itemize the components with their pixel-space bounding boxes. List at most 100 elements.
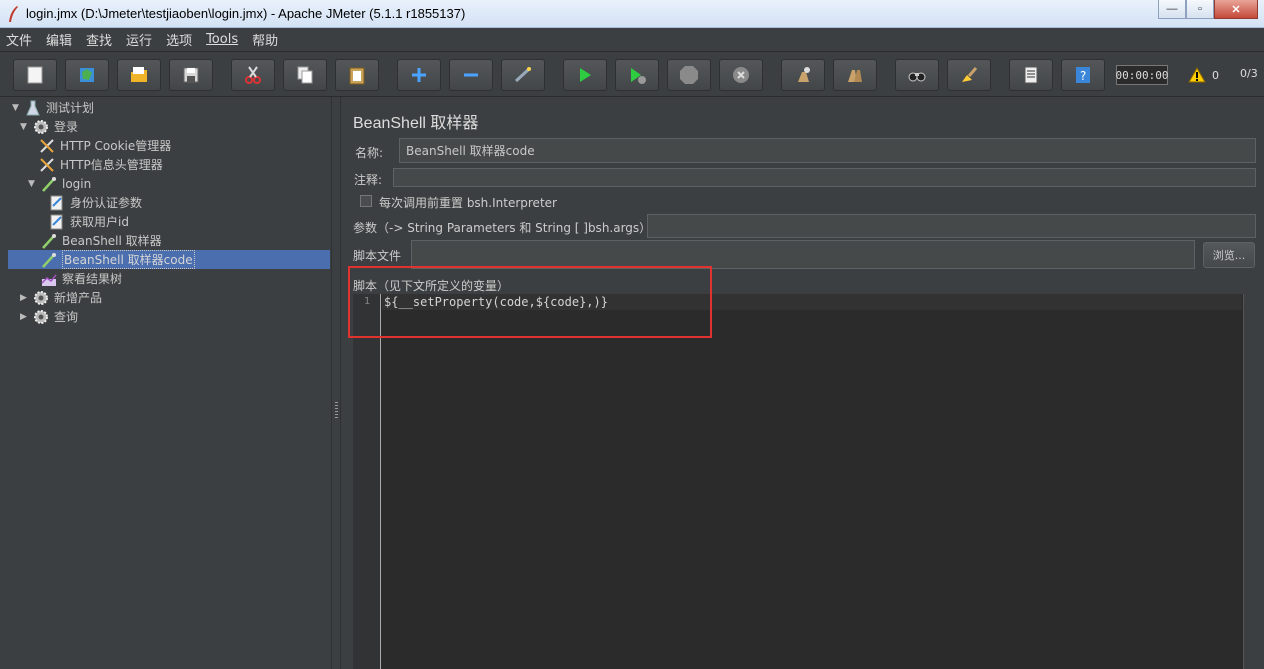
menu-run[interactable]: 运行 [126,30,152,49]
brush-icon [962,67,978,82]
menu-bar: 文件 编辑 查找 运行 选项 Tools 帮助 [0,28,1264,52]
extractor-doc-icon [48,213,66,231]
paste-button[interactable] [335,59,379,91]
tree-item-label: 登录 [54,120,79,134]
tree-item-beanshell-sampler[interactable]: BeanShell 取样器 [40,231,162,250]
help-button[interactable]: ? [1061,59,1105,91]
parameters-label: 参数（-> String Parameters 和 String [ ]bsh.… [353,221,652,235]
start-no-pauses-button[interactable] [615,59,659,91]
toolbar: ? 00:00:00 0 [0,53,1264,97]
copy-button[interactable] [283,59,327,91]
line-number-gutter: 1 [353,294,381,669]
collapse-arrow-icon[interactable]: ▼ [20,122,32,132]
parameters-field[interactable] [647,214,1256,238]
toggle-button[interactable] [501,59,545,91]
maximize-button[interactable]: ▫ [1186,0,1214,19]
clear-button[interactable] [781,59,825,91]
preprocessor-doc-icon [48,194,66,212]
broom-double-icon [848,70,862,82]
tree-item-header-manager[interactable]: HTTP信息头管理器 [38,155,163,174]
expand-all-button[interactable] [397,59,441,91]
warning-icon [1188,67,1206,83]
collapse-arrow-icon[interactable]: ▼ [12,103,24,113]
clear-all-button[interactable] [833,59,877,91]
thread-group-gear-icon [32,289,50,307]
tree-item-cookie-manager[interactable]: HTTP Cookie管理器 [38,136,171,155]
play-no-timer-icon [631,68,646,84]
menu-help[interactable]: 帮助 [252,30,278,49]
script-editor[interactable]: 1 ${__setProperty(code,${code},)} [353,294,1257,669]
help-icon: ? [1076,67,1090,83]
cut-button[interactable] [231,59,275,91]
browse-button[interactable]: 浏览... [1203,242,1255,268]
open-button[interactable] [117,59,161,91]
wand-icon [514,67,531,83]
tree-item-add-product[interactable]: ▶ 新增产品 [20,288,102,307]
panel-title: BeanShell 取样器 [353,115,479,132]
tree-item-label: HTTP Cookie管理器 [60,139,172,153]
tree-item-results-tree[interactable]: 察看结果树 [40,269,122,288]
paste-clipboard-icon [349,67,365,85]
annotation-highlight-box [348,266,712,338]
tree-item-label: 获取用户id [70,215,129,229]
menu-file[interactable]: 文件 [6,30,32,49]
menu-edit[interactable]: 编辑 [46,30,72,49]
menu-tools[interactable]: Tools [206,32,238,47]
tree-item-test-plan[interactable]: ▼ 测试计划 [12,98,94,117]
open-folder-icon [131,67,147,82]
tree-item-auth-params[interactable]: 身份认证参数 [48,193,142,212]
templates-button[interactable] [65,59,109,91]
tree-item-login-sampler[interactable]: ▼ login [28,174,91,193]
tree-item-login-group[interactable]: ▼ 登录 [20,117,78,136]
search-button[interactable] [895,59,939,91]
script-file-label: 脚本文件 [353,249,402,263]
collapse-arrow-icon[interactable]: ▼ [28,179,40,189]
splitter-grip-icon [335,402,338,418]
stop-button[interactable] [667,59,711,91]
test-plan-tree: ▼ 测试计划 ▼ 登录 HTTP Cookie管理器 HTTP信息头管理器 ▼ … [8,97,331,669]
expand-arrow-icon[interactable]: ▶ [20,312,32,322]
shutdown-button[interactable] [719,59,763,91]
broom-gear-icon [798,67,810,82]
start-button[interactable] [563,59,607,91]
reset-interpreter-checkbox[interactable] [360,195,372,207]
tree-item-label: login [62,176,92,191]
minimize-button[interactable]: — [1158,0,1186,19]
shutdown-icon [733,67,749,83]
config-tools-icon [38,156,56,174]
play-icon [580,68,591,82]
save-disk-icon [183,67,199,83]
sampler-pipette-icon [40,251,58,269]
tree-item-label: BeanShell 取样器 [62,234,162,248]
menu-search[interactable]: 查找 [86,30,112,49]
tree-item-beanshell-sampler-code[interactable]: BeanShell 取样器code [8,250,330,269]
function-helper-button[interactable] [1009,59,1053,91]
scissors-icon [245,66,261,84]
close-button[interactable]: ✕ [1214,0,1258,19]
expand-arrow-icon[interactable]: ▶ [20,293,32,303]
comment-field[interactable] [393,168,1256,187]
script-file-field[interactable] [411,240,1195,269]
tree-item-get-user-id[interactable]: 获取用户id [48,212,129,231]
tree-item-label: 查询 [54,310,79,324]
new-button[interactable] [13,59,57,91]
tree-item-query[interactable]: ▶ 查询 [20,307,78,326]
test-plan-flask-icon [24,99,42,117]
elapsed-timer: 00:00:00 [1116,65,1169,85]
panel-splitter[interactable] [331,97,341,669]
save-button[interactable] [169,59,213,91]
menu-options[interactable]: 选项 [166,30,192,49]
editor-scrollbar[interactable] [1243,294,1257,669]
tree-item-label: 察看结果树 [62,272,123,286]
warning-count: 0 [1212,68,1219,82]
title-bar: login.jmx (D:\Jmeter\testjiaoben\login.j… [0,0,1264,28]
reset-search-button[interactable] [947,59,991,91]
tree-item-label: 身份认证参数 [70,196,143,210]
collapse-all-button[interactable] [449,59,493,91]
window-title: login.jmx (D:\Jmeter\testjiaoben\login.j… [26,6,466,21]
name-field[interactable]: BeanShell 取样器code [399,138,1256,163]
templates-icon [80,68,94,82]
new-file-icon [27,66,43,84]
sampler-editor-panel: BeanShell 取样器 名称: BeanShell 取样器code 注释: … [342,97,1264,669]
warning-indicator[interactable]: 0 [1188,67,1219,83]
